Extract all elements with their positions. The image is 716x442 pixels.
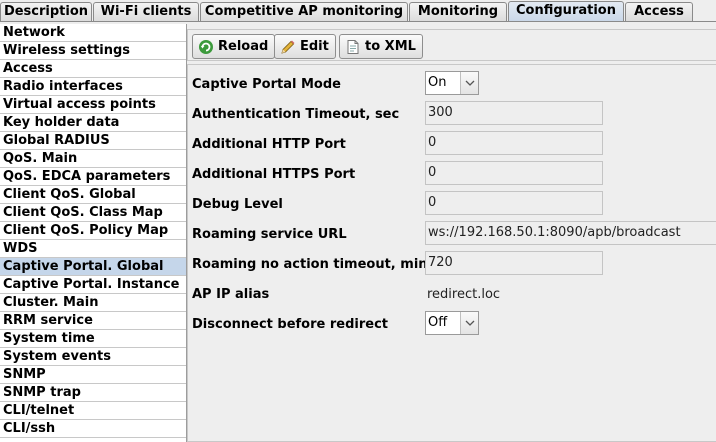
disconnect-label: Disconnect before redirect (192, 317, 388, 332)
tab-label: Description (3, 4, 89, 19)
reload-label: Reload (218, 39, 269, 54)
https-port-field[interactable]: 0 (425, 161, 603, 185)
main-panel: Reload Edit to XML Captive Portal Mode O… (187, 24, 716, 442)
ap-ip-alias-label: AP IP alias (192, 287, 270, 302)
sidebar-item-wds[interactable]: WDS (0, 240, 186, 258)
sidebar-item-key-holder-data[interactable]: Key holder data (0, 114, 186, 132)
roaming-timeout-label: Roaming no action timeout, min (192, 257, 428, 272)
sidebar-item-virtual-access-points[interactable]: Virtual access points (0, 96, 186, 114)
sidebar-item-access[interactable]: Access (0, 60, 186, 78)
document-icon (345, 39, 361, 55)
sidebar-item-wireless-settings[interactable]: Wireless settings (0, 42, 186, 60)
roaming-timeout-field[interactable]: 720 (425, 251, 603, 275)
https-port-label: Additional HTTPS Port (192, 167, 356, 182)
reload-icon (198, 39, 214, 55)
tab-configuration[interactable]: Configuration (508, 1, 624, 22)
sidebar-item-radio-interfaces[interactable]: Radio interfaces (0, 78, 186, 96)
sidebar-item-cli-ssh[interactable]: CLI/ssh (0, 420, 186, 438)
tab-access[interactable]: Access (625, 2, 693, 21)
http-port-field[interactable]: 0 (425, 131, 603, 155)
captive-portal-mode-label: Captive Portal Mode (192, 77, 341, 92)
tab-label: Wi-Fi clients (100, 4, 192, 19)
reload-button[interactable]: Reload (192, 34, 276, 59)
ap-ip-alias-value: redirect.loc (427, 287, 501, 302)
disconnect-select[interactable]: Off (425, 311, 479, 335)
sidebar-item-qos-main[interactable]: QoS. Main (0, 150, 186, 168)
sidebar-item-captive-portal-instance[interactable]: Captive Portal. Instance (0, 276, 186, 294)
sidebar-item-captive-portal-global[interactable]: Captive Portal. Global (0, 258, 186, 276)
to-xml-button[interactable]: to XML (339, 34, 423, 59)
sidebar-item-cli-telnet[interactable]: CLI/telnet (0, 402, 186, 420)
tab-label: Configuration (516, 3, 616, 18)
sidebar-item-system-time[interactable]: System time (0, 330, 186, 348)
tab-bar: Description Wi-Fi clients Competitive AP… (0, 0, 716, 22)
chevron-down-icon[interactable] (460, 312, 478, 334)
captive-portal-mode-select[interactable]: On (425, 71, 479, 95)
sidebar-item-global-radius[interactable]: Global RADIUS (0, 132, 186, 150)
sidebar-item-rrm-service[interactable]: RRM service (0, 312, 186, 330)
sidebar: Network Wireless settings Access Radio i… (0, 24, 187, 442)
sidebar-item-snmp-trap[interactable]: SNMP trap (0, 384, 186, 402)
sidebar-item-client-qos-class-map[interactable]: Client QoS. Class Map (0, 204, 186, 222)
tab-wifi-clients[interactable]: Wi-Fi clients (93, 2, 199, 21)
chevron-down-icon[interactable] (460, 72, 478, 94)
sidebar-item-snmp[interactable]: SNMP (0, 366, 186, 384)
http-port-label: Additional HTTP Port (192, 137, 346, 152)
sidebar-item-qos-edca-parameters[interactable]: QoS. EDCA parameters (0, 168, 186, 186)
auth-timeout-label: Authentication Timeout, sec (192, 107, 400, 122)
sidebar-item-cluster-main[interactable]: Cluster. Main (0, 294, 186, 312)
sidebar-item-system-events[interactable]: System events (0, 348, 186, 366)
debug-level-field[interactable]: 0 (425, 191, 603, 215)
roaming-url-label: Roaming service URL (192, 227, 347, 242)
debug-level-label: Debug Level (192, 197, 283, 212)
toolbar: Reload Edit to XML (187, 29, 716, 61)
pencil-icon (280, 39, 296, 55)
tab-divider (0, 21, 716, 22)
sidebar-item-client-qos-global[interactable]: Client QoS. Global (0, 186, 186, 204)
sidebar-item-network[interactable]: Network (0, 24, 186, 42)
disconnect-value: Off (428, 315, 448, 330)
tab-label: Monitoring (417, 4, 499, 19)
roaming-url-field[interactable]: ws://192.168.50.1:8090/apb/broadcast (425, 221, 716, 245)
sidebar-item-client-qos-policy-map[interactable]: Client QoS. Policy Map (0, 222, 186, 240)
to-xml-label: to XML (365, 39, 416, 54)
tab-label: Access (634, 4, 684, 19)
tab-monitoring[interactable]: Monitoring (409, 2, 507, 21)
tab-competitive-ap-monitoring[interactable]: Competitive AP monitoring (200, 2, 408, 21)
settings-form: Captive Portal Mode On Authentication Ti… (187, 64, 716, 442)
auth-timeout-field[interactable]: 300 (425, 101, 603, 125)
edit-button[interactable]: Edit (274, 34, 336, 59)
edit-label: Edit (300, 39, 329, 54)
tab-label: Competitive AP monitoring (204, 4, 404, 19)
tab-description[interactable]: Description (0, 2, 92, 21)
captive-portal-mode-value: On (428, 75, 447, 90)
